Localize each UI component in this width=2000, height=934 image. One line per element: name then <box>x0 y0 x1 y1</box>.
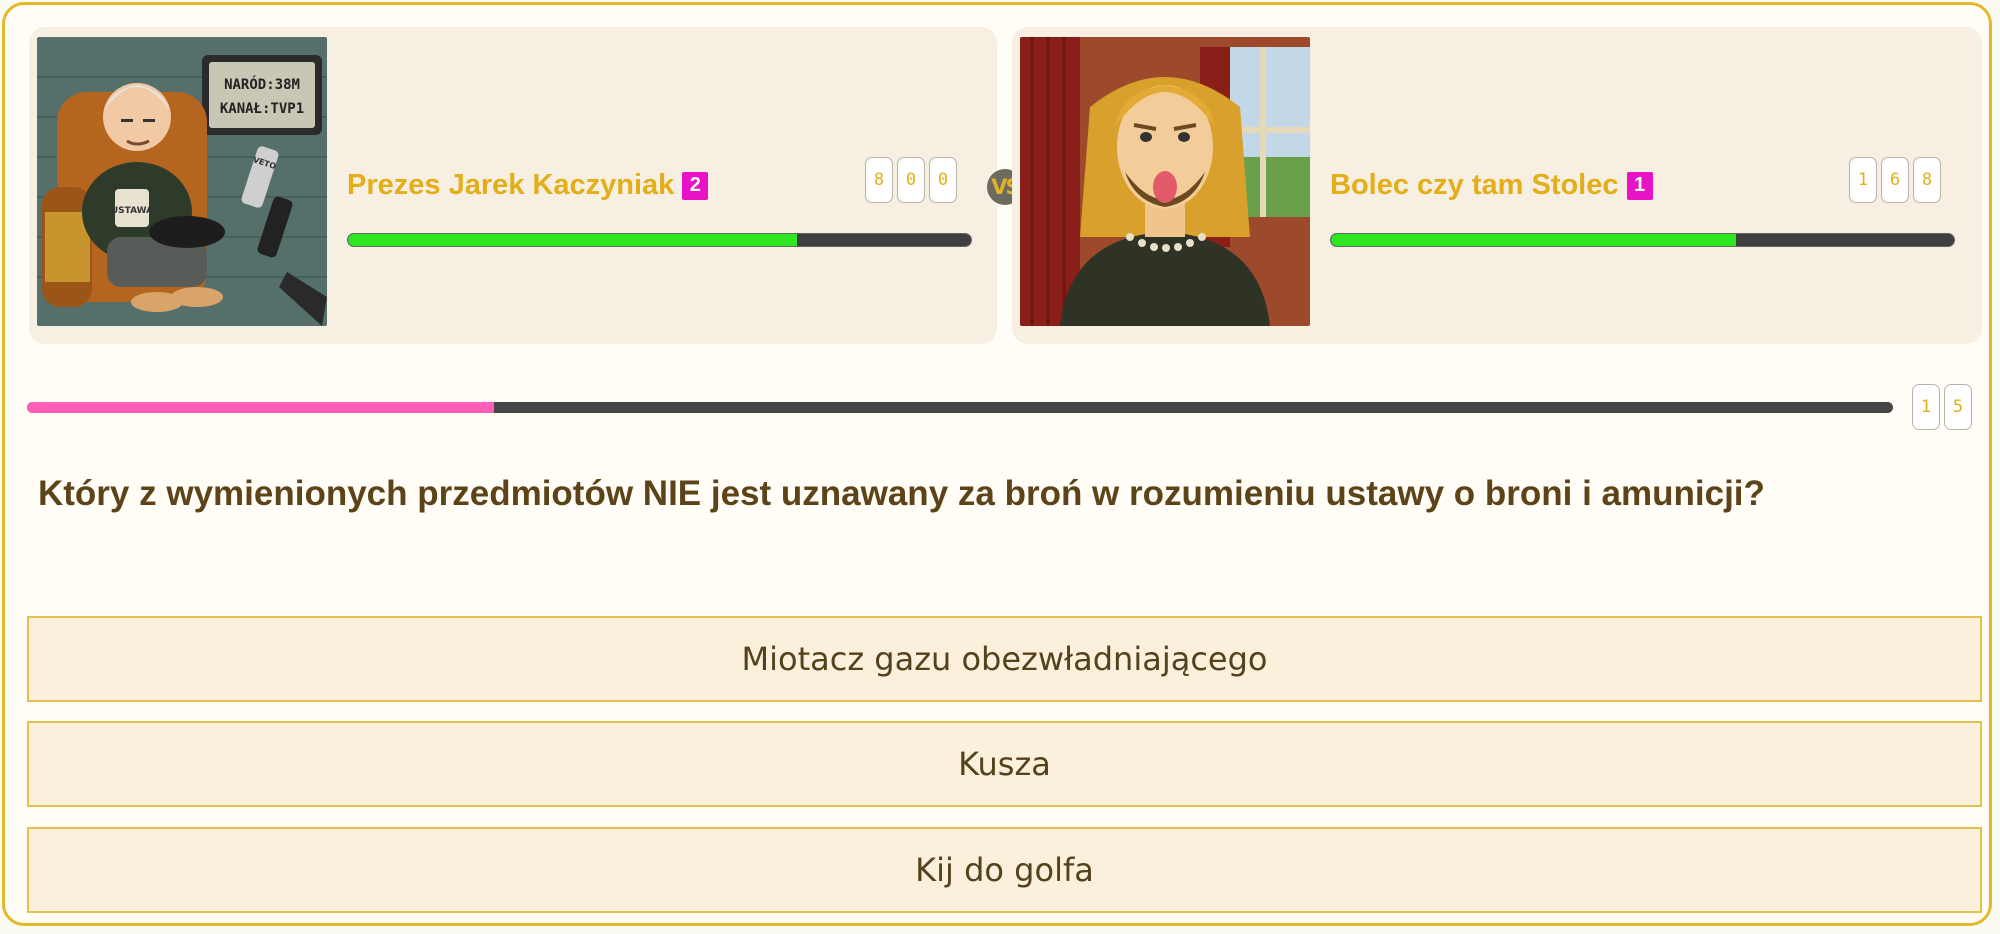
round-digit: 5 <box>1944 384 1972 430</box>
score-digit: 8 <box>865 157 893 203</box>
svg-text:USTAWA: USTAWA <box>111 206 153 216</box>
player-card-1: NARÓD:38M KANAŁ:TVP1 USTAWA VETO Prezes … <box>29 27 997 344</box>
player-2-score: 1 6 8 <box>1849 157 1941 203</box>
score-digit: 6 <box>1881 157 1909 203</box>
player-2-name-row: Bolec czy tam Stolec 1 <box>1330 169 1653 202</box>
round-progress-bar <box>27 402 1893 413</box>
player-2-health-bar <box>1330 233 1955 247</box>
player-1-health-fill <box>348 234 797 246</box>
player-1-name: Prezes Jarek Kaczyniak <box>347 169 675 201</box>
player-1-rank-badge: 2 <box>682 171 709 200</box>
player-2-health-fill <box>1331 234 1736 246</box>
player-2-rank-badge: 1 <box>1626 171 1653 200</box>
player-card-2: Bolec czy tam Stolec 1 1 6 8 <box>1012 27 1982 344</box>
player-2-avatar <box>1020 37 1310 326</box>
player-1-avatar: NARÓD:38M KANAŁ:TVP1 USTAWA VETO <box>37 37 327 326</box>
answer-option-3[interactable]: Kij do golfa <box>27 827 1982 913</box>
player-1-health-bar <box>347 233 972 247</box>
score-digit: 8 <box>1913 157 1941 203</box>
answer-option-1[interactable]: Miotacz gazu obezwładniającego <box>27 616 1982 702</box>
svg-text:NARÓD:38M: NARÓD:38M <box>224 75 300 93</box>
score-digit: 1 <box>1849 157 1877 203</box>
player-2-name: Bolec czy tam Stolec <box>1330 169 1619 201</box>
round-progress-fill <box>27 402 494 413</box>
round-counter: 1 5 <box>1912 384 1972 430</box>
score-digit: 0 <box>897 157 925 203</box>
player-1-score: 8 0 0 <box>865 157 957 203</box>
player-1-name-row: Prezes Jarek Kaczyniak 2 <box>347 169 709 202</box>
round-digit: 1 <box>1912 384 1940 430</box>
svg-text:KANAŁ:TVP1: KANAŁ:TVP1 <box>220 101 304 117</box>
question-text: Który z wymienionych przedmiotów NIE jes… <box>38 474 1765 513</box>
game-frame: NARÓD:38M KANAŁ:TVP1 USTAWA VETO Prezes … <box>2 2 1992 926</box>
answer-option-2[interactable]: Kusza <box>27 721 1982 807</box>
score-digit: 0 <box>929 157 957 203</box>
